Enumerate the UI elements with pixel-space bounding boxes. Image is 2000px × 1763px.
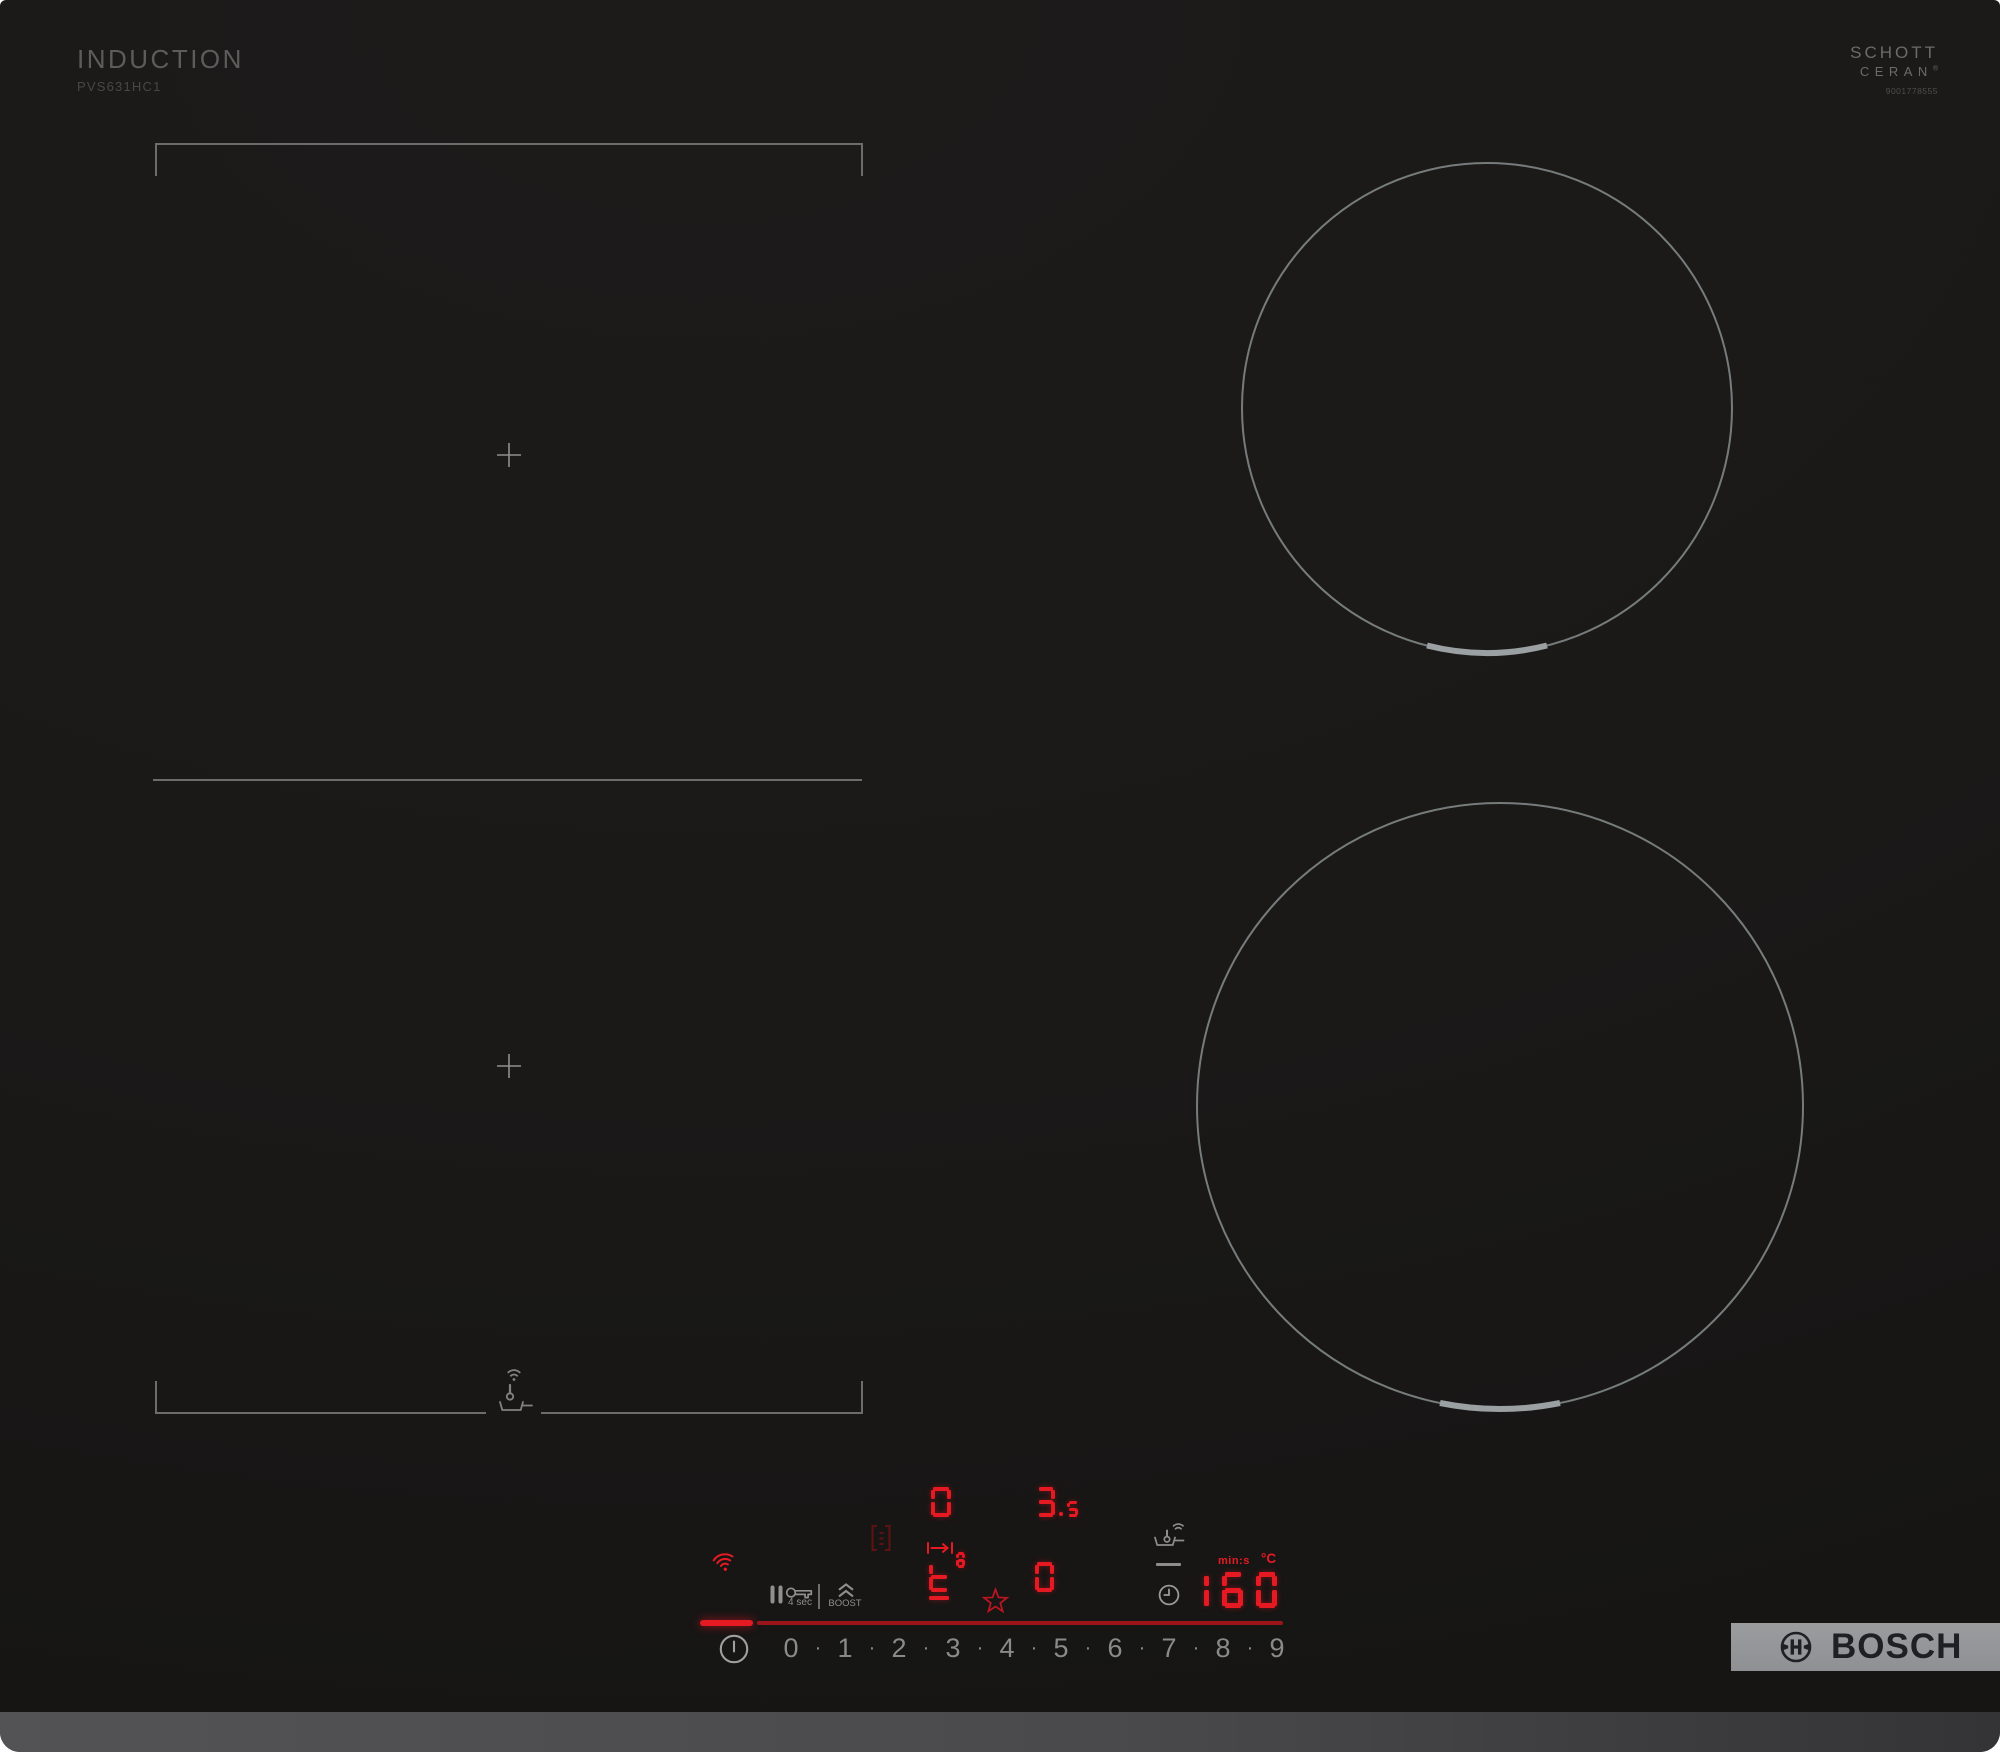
power-icon[interactable] <box>718 1633 750 1665</box>
bosch-badge: BOSCH <box>1731 1623 2000 1671</box>
level-dot: · <box>1192 1637 1200 1659</box>
level-key-0[interactable]: 0 <box>783 1633 798 1663</box>
level-dot: · <box>1084 1637 1092 1659</box>
boost-chevrons-icon[interactable] <box>837 1583 855 1598</box>
star-icon[interactable] <box>981 1587 1010 1616</box>
level-key-9[interactable]: 9 <box>1269 1633 1284 1663</box>
hob-glass-surface: INDUCTION PVS631HC1 SCHOTT CERAN® 900177… <box>0 0 2000 1752</box>
level-key-3[interactable]: 3 <box>945 1633 960 1663</box>
level-key-5[interactable]: 5 <box>1053 1633 1068 1663</box>
level-dot: · <box>1138 1637 1146 1659</box>
slider-active-segment[interactable] <box>700 1620 753 1626</box>
level-key-8[interactable]: 8 <box>1215 1633 1230 1663</box>
temperature-unit-label: °C <box>1261 1551 1277 1566</box>
level-dot: · <box>976 1637 984 1659</box>
timer-unit-label: min:s <box>1218 1555 1250 1567</box>
level-dot: · <box>922 1637 930 1659</box>
plus-mark-icon <box>497 1054 521 1078</box>
slider-track[interactable] <box>757 1621 1283 1625</box>
level-dot: · <box>1246 1637 1254 1659</box>
display-front-left-status <box>929 1562 949 1600</box>
bosch-armature-icon <box>1780 1631 1812 1663</box>
zone-rear-right-outline <box>1241 162 1733 654</box>
move-brackets-icon <box>871 1525 891 1551</box>
zone-front-right-outline <box>1196 802 1804 1410</box>
zone-front-right-handle-mark <box>1439 1400 1561 1412</box>
display-thermometer-digit <box>956 1552 965 1568</box>
display-rear-right-level <box>1037 1487 1078 1517</box>
display-rear-left-level <box>931 1487 951 1517</box>
level-key-6[interactable]: 6 <box>1107 1633 1122 1663</box>
transfer-arrow-icon <box>927 1542 953 1554</box>
bosch-logo-text: BOSCH <box>1831 1627 1963 1666</box>
pan-sensor-icon[interactable] <box>1151 1521 1187 1551</box>
plus-mark-icon <box>497 443 521 467</box>
panel-divider <box>818 1584 820 1609</box>
clock-icon[interactable] <box>1157 1583 1181 1607</box>
level-dot: · <box>1030 1637 1038 1659</box>
zone-rear-right-handle-mark <box>1426 642 1548 656</box>
display-temperature <box>1202 1572 1277 1608</box>
level-key-2[interactable]: 2 <box>891 1633 906 1663</box>
pan-wifi-sensor-icon <box>499 1369 533 1411</box>
level-dot: · <box>814 1637 822 1659</box>
flex-zone-rear-left-bracket <box>155 143 863 176</box>
cooking-zones-graphics <box>153 143 1804 1414</box>
key-lock-hold-label: 4 sec <box>788 1597 812 1608</box>
hob-front-edge <box>0 1712 2000 1752</box>
display-front-right-level <box>1035 1562 1054 1592</box>
level-key-7[interactable]: 7 <box>1161 1633 1176 1663</box>
sensor-level-mark <box>1156 1563 1181 1566</box>
product-stage: INDUCTION PVS631HC1 SCHOTT CERAN® 900177… <box>0 0 2000 1763</box>
level-key-1[interactable]: 1 <box>837 1633 852 1663</box>
boost-label[interactable]: BOOST <box>824 1598 866 1609</box>
level-dot: · <box>868 1637 876 1659</box>
level-key-4[interactable]: 4 <box>999 1633 1014 1663</box>
